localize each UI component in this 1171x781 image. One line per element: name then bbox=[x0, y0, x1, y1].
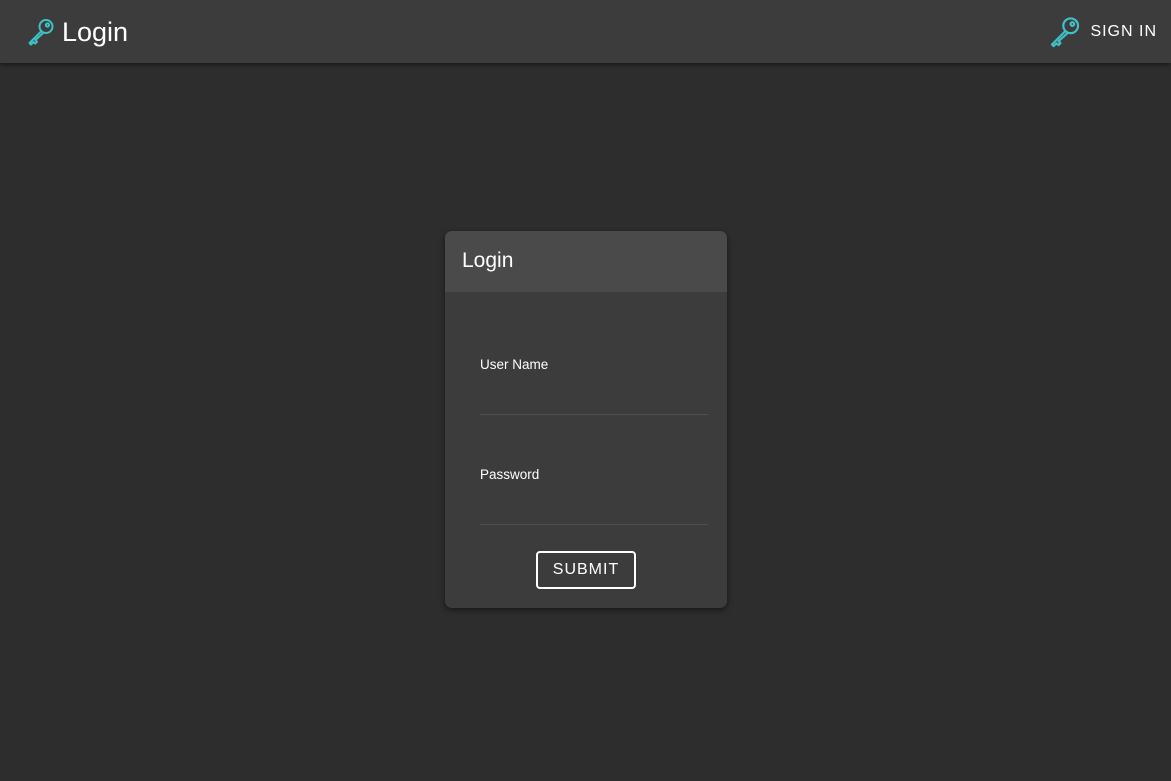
login-card: Login User Name Password SUBMIT bbox=[445, 231, 727, 608]
username-field-group: User Name bbox=[480, 357, 710, 415]
key-icon bbox=[1048, 15, 1082, 49]
password-input[interactable] bbox=[480, 494, 708, 525]
card-title: Login bbox=[445, 231, 727, 292]
key-icon bbox=[26, 17, 56, 47]
app-bar: Login SIGN IN bbox=[0, 0, 1171, 63]
password-label: Password bbox=[480, 467, 540, 482]
sign-in-label: SIGN IN bbox=[1090, 23, 1157, 40]
username-label: User Name bbox=[480, 357, 549, 372]
sign-in-button[interactable]: SIGN IN bbox=[1048, 14, 1157, 50]
username-input[interactable] bbox=[480, 384, 708, 415]
password-field-group: Password bbox=[480, 467, 710, 525]
submit-button[interactable]: SUBMIT bbox=[536, 551, 636, 589]
app-title: Login bbox=[62, 16, 129, 47]
brand: Login bbox=[26, 14, 128, 50]
